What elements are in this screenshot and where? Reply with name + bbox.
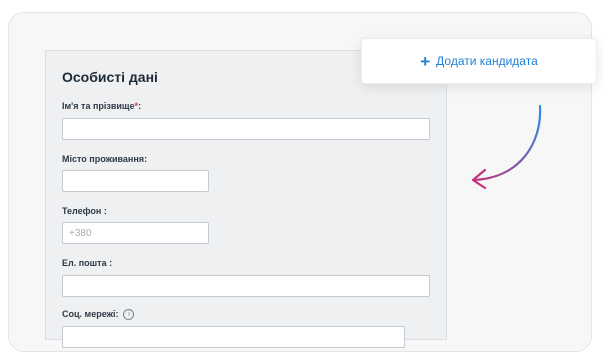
full-name-label-colon: : bbox=[138, 101, 142, 111]
add-candidate-label: Додати кандидата bbox=[436, 54, 538, 68]
section-title: Особисті дані bbox=[62, 69, 158, 85]
phone-label-text: Телефон bbox=[62, 206, 102, 216]
social-label: Соц. мережі: i bbox=[62, 309, 135, 321]
personal-data-form: Особисті дані Ім'я та прізвище*: Місто п… bbox=[45, 50, 447, 348]
phone-input[interactable] bbox=[62, 222, 209, 244]
full-name-input[interactable] bbox=[62, 118, 430, 140]
email-label-colon: : bbox=[109, 258, 113, 268]
phone-label: Телефон : bbox=[62, 206, 107, 216]
city-label-text: Місто проживання bbox=[62, 154, 145, 164]
full-name-label-text: Ім'я та прізвище bbox=[62, 101, 135, 111]
add-candidate-button[interactable]: + Додати кандидата bbox=[361, 38, 597, 84]
plus-icon: + bbox=[420, 51, 431, 71]
email-input[interactable] bbox=[62, 275, 430, 297]
phone-label-colon: : bbox=[103, 206, 107, 216]
social-label-text: Соц. мережі: bbox=[62, 309, 119, 319]
full-name-label: Ім'я та прізвище*: bbox=[62, 101, 141, 111]
social-input[interactable] bbox=[62, 326, 405, 348]
email-label: Ел. пошта : bbox=[62, 258, 112, 268]
city-label-colon: : bbox=[144, 154, 148, 164]
email-label-text: Ел. пошта bbox=[62, 258, 107, 268]
curved-arrow-icon bbox=[471, 104, 542, 190]
city-label: Місто проживання: bbox=[62, 154, 147, 164]
city-input[interactable] bbox=[62, 170, 209, 192]
info-icon[interactable]: i bbox=[123, 309, 135, 321]
